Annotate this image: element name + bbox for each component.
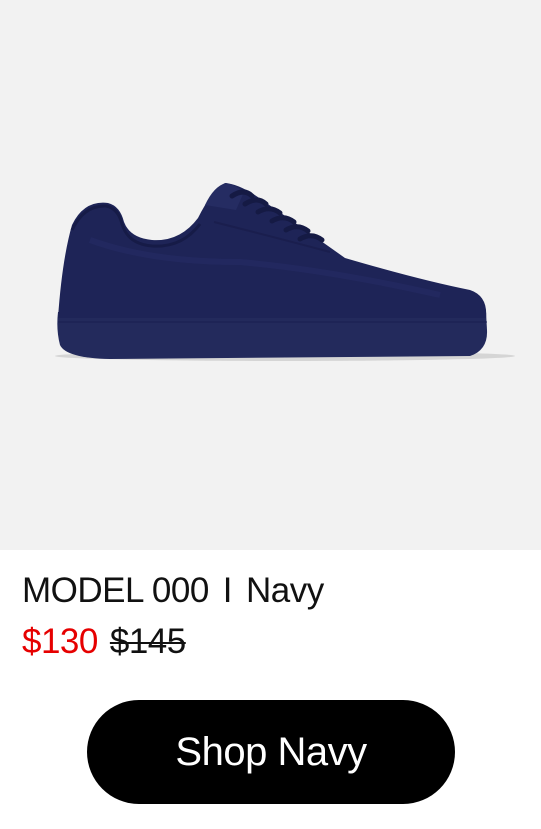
original-price: $145	[109, 622, 186, 661]
product-title[interactable]: MODEL 000 I Navy	[22, 571, 324, 611]
product-image[interactable]	[0, 0, 541, 550]
color-name: Navy	[246, 571, 324, 610]
sneaker-illustration	[55, 183, 515, 361]
price-block: $130 $145	[22, 622, 186, 662]
title-separator: I	[222, 571, 233, 610]
sale-price: $130	[22, 622, 98, 661]
shop-button[interactable]: Shop Navy	[87, 700, 455, 804]
model-name: MODEL 000	[22, 571, 209, 610]
